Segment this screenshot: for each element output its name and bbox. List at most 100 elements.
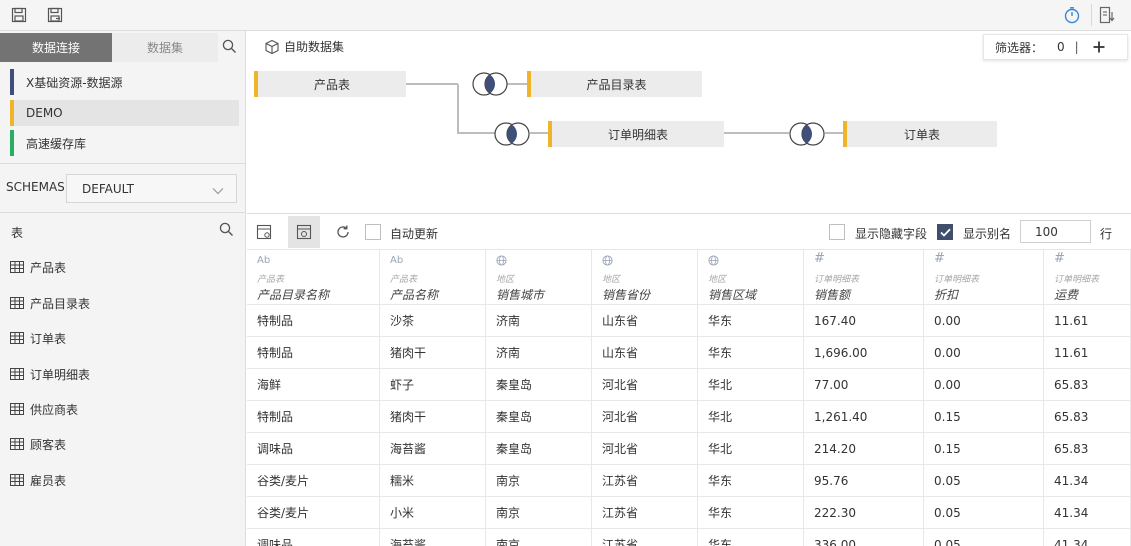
schemas-select[interactable]: DEFAULT: [66, 174, 237, 203]
number-field-icon: #: [814, 251, 825, 266]
source-label: 高速缓存库: [26, 136, 87, 151]
schemas-label: SCHEMAS: [6, 180, 65, 194]
column-header[interactable]: # 订单明细表折扣: [924, 250, 1044, 304]
table-cell: 海鲜: [247, 369, 380, 400]
column-header[interactable]: 地区 销售区域: [698, 250, 804, 304]
table-cell: 65.83: [1044, 369, 1131, 400]
save-as-icon[interactable]: [46, 6, 64, 24]
inner-join-icon[interactable]: [471, 70, 509, 98]
refresh-icon[interactable]: [327, 216, 359, 248]
table-cell: 猪肉干: [380, 337, 486, 368]
show-hidden-checkbox[interactable]: [829, 224, 845, 240]
table-cell: 0.15: [924, 401, 1044, 432]
source-item-selected[interactable]: DEMO: [10, 100, 239, 126]
column-header[interactable]: Ab 产品表 产品目录名称: [247, 250, 380, 304]
source-color-bar: [10, 130, 14, 156]
table-label: 订单表: [30, 331, 67, 346]
filter-box: 筛选器： 0 |: [983, 34, 1128, 60]
export-icon[interactable]: [1098, 6, 1116, 24]
table-item[interactable]: 产品表: [10, 257, 66, 277]
timer-icon[interactable]: [1063, 6, 1081, 24]
table-search-icon[interactable]: [219, 222, 234, 240]
save-icon[interactable]: [10, 6, 28, 24]
join-node[interactable]: 产品目录表: [527, 71, 702, 97]
column-header[interactable]: # 订单明细表销售额: [804, 250, 924, 304]
table-cell: 1,696.00: [804, 337, 924, 368]
table-cell: 1,261.40: [804, 401, 924, 432]
table-row: 特制品 猪肉干 济南 山东省 华东 1,696.00 0.00 11.61: [247, 337, 1131, 369]
join-node[interactable]: 产品表: [254, 71, 406, 97]
table-cell: 河北省: [592, 401, 698, 432]
number-field-icon: #: [934, 251, 945, 266]
table-row: 特制品 沙茶 济南 山东省 华东 167.40 0.00 11.61: [247, 305, 1131, 337]
table-cell: 0.05: [924, 529, 1044, 546]
check-icon: [939, 228, 951, 237]
join-node[interactable]: 订单表: [843, 121, 997, 147]
grid-header-row: Ab 产品表 产品目录名称 Ab 产品表 产品名称 地区 销售城市 地区 销售省份 地区 销售区域 # 订…: [247, 250, 1131, 305]
source-item[interactable]: X基础资源-数据源: [10, 69, 239, 95]
inner-join-icon[interactable]: [493, 120, 531, 148]
join-line: [825, 132, 844, 134]
toolbar-separator: [1091, 4, 1092, 26]
column-source: 地区: [708, 275, 727, 285]
column-source: 地区: [602, 275, 621, 285]
show-alias-checkbox[interactable]: [937, 224, 953, 240]
table-cell: 0.15: [924, 433, 1044, 464]
table-item[interactable]: 产品目录表: [10, 293, 90, 313]
column-header[interactable]: 地区 销售省份: [592, 250, 698, 304]
column-source: 产品表: [390, 275, 418, 285]
table-settings-icon[interactable]: [248, 216, 280, 248]
inner-join-icon[interactable]: [788, 120, 826, 148]
table-cell: 华东: [698, 337, 804, 368]
column-source: 订单明细表: [934, 275, 980, 285]
table-item[interactable]: 订单表: [10, 328, 66, 348]
top-toolbar: [0, 0, 1131, 31]
column-source: 订单明细表: [814, 275, 860, 285]
table-item[interactable]: 订单明细表: [10, 364, 90, 384]
table-cell: 南京: [486, 465, 592, 496]
source-label: X基础资源-数据源: [26, 75, 123, 90]
join-node[interactable]: 订单明细表: [548, 121, 724, 147]
table-cell: 南京: [486, 497, 592, 528]
table-icon: [10, 438, 24, 450]
data-preview-icon[interactable]: [288, 216, 320, 248]
table-cell: 华东: [698, 465, 804, 496]
search-icon[interactable]: [222, 39, 237, 57]
table-cell: 214.20: [804, 433, 924, 464]
table-label: 产品表: [30, 260, 67, 275]
text-field-icon: Ab: [257, 255, 271, 266]
column-header[interactable]: Ab 产品表 产品名称: [380, 250, 486, 304]
add-filter-icon[interactable]: [1093, 41, 1105, 53]
geo-field-icon: [602, 255, 613, 269]
grid-toolbar: 自动更新 显示隐藏字段 显示别名 行: [247, 214, 1131, 250]
table-cell: 0.00: [924, 369, 1044, 400]
table-item[interactable]: 顾客表: [10, 434, 66, 454]
show-alias-label: 显示别名: [963, 227, 1012, 241]
column-header[interactable]: # 订单明细表 运费: [1044, 250, 1131, 304]
geo-field-icon: [496, 255, 507, 269]
column-header[interactable]: 地区 销售城市: [486, 250, 592, 304]
table-cell: 济南: [486, 337, 592, 368]
table-cell: 河北省: [592, 369, 698, 400]
show-hidden-label: 显示隐藏字段: [855, 227, 928, 241]
join-line: [530, 132, 549, 134]
tab-data-connections[interactable]: 数据连接: [0, 33, 112, 62]
table-cell: 华北: [698, 433, 804, 464]
auto-update-checkbox[interactable]: [365, 224, 381, 240]
column-name: 销售额: [814, 288, 851, 302]
column-name: 折扣: [934, 288, 959, 302]
table-cell: 65.83: [1044, 401, 1131, 432]
table-item[interactable]: 雇员表: [10, 470, 66, 490]
table-cell: 222.30: [804, 497, 924, 528]
table-cell: 0.05: [924, 465, 1044, 496]
table-item[interactable]: 供应商表: [10, 399, 78, 419]
table-cell: 江苏省: [592, 497, 698, 528]
row-count-input[interactable]: [1020, 220, 1091, 243]
table-cell: 小米: [380, 497, 486, 528]
source-item[interactable]: 高速缓存库: [10, 130, 239, 156]
table-cell: 0.00: [924, 305, 1044, 336]
tab-datasets[interactable]: 数据集: [112, 33, 218, 62]
table-row: 调味品 海苔酱 南京 江苏省 华东 336.00 0.05 41.34: [247, 529, 1131, 546]
table-cell: 河北省: [592, 433, 698, 464]
table-cell: 谷类/麦片: [247, 497, 380, 528]
